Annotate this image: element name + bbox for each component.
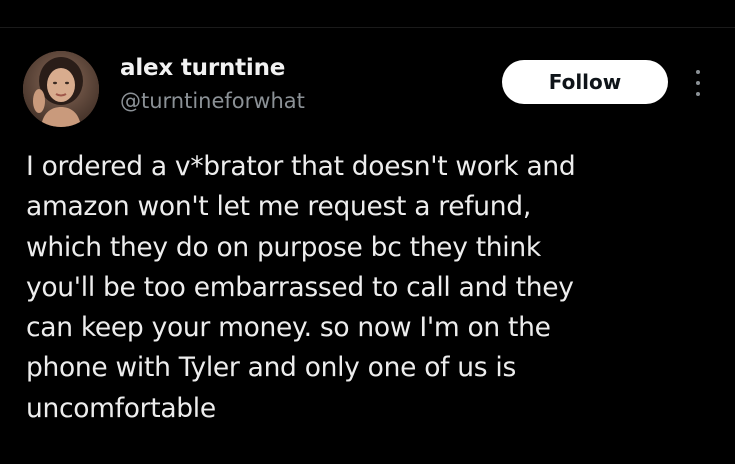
- follow-button[interactable]: Follow: [502, 60, 668, 104]
- more-vertical-icon[interactable]: [690, 70, 706, 96]
- more-dot: [696, 92, 700, 96]
- tweet-text-line: which they do on purpose bc they think: [26, 231, 541, 263]
- tweet-text-line: you'll be too embarrassed to call and th…: [26, 271, 574, 303]
- top-divider: [0, 27, 735, 28]
- tweet-text-line: phone with Tyler and only one of us is: [26, 352, 516, 384]
- profile-photo-icon: [23, 51, 99, 127]
- author-display-name[interactable]: alex turntine: [120, 55, 285, 81]
- tweet-text-line: uncomfortable: [26, 392, 216, 424]
- more-dot: [696, 70, 700, 74]
- more-dot: [696, 81, 700, 85]
- tweet-text-line: I ordered a v*brator that doesn't work a…: [26, 151, 576, 182]
- tweet-text: I ordered a v*brator that doesn't work a…: [26, 147, 716, 429]
- author-handle[interactable]: @turntineforwhat: [120, 89, 305, 113]
- tweet-text-line: amazon won't let me request a refund,: [26, 191, 531, 223]
- avatar[interactable]: [23, 51, 99, 127]
- tweet-text-line: can keep your money. so now I'm on the: [26, 312, 551, 344]
